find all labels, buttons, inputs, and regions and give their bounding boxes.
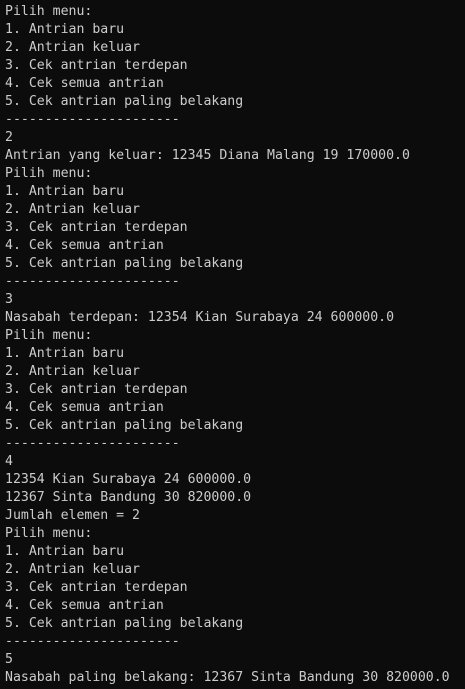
terminal-line: 2. Antrian keluar bbox=[5, 364, 140, 379]
terminal-line: ---------------------- bbox=[5, 112, 180, 127]
terminal-line: Pilih menu: bbox=[5, 4, 93, 19]
terminal-line: 4. Cek semua antrian bbox=[5, 76, 164, 91]
terminal-output[interactable]: Pilih menu: 1. Antrian baru 2. Antrian kel… bbox=[0, 0, 465, 689]
terminal-line: 5. Cek antrian paling belakang bbox=[5, 418, 244, 433]
terminal-line: ---------------------- bbox=[5, 436, 180, 451]
terminal-line: 2 bbox=[5, 130, 13, 145]
terminal-line: 1. Antrian baru bbox=[5, 544, 125, 559]
terminal-line: Pilih menu: bbox=[5, 166, 93, 181]
terminal-line: Antrian yang keluar: 12345 Diana Malang … bbox=[5, 148, 410, 163]
terminal-line: 2. Antrian keluar bbox=[5, 40, 140, 55]
terminal-line: 12354 Kian Surabaya 24 600000.0 bbox=[5, 472, 252, 487]
terminal-line: Nasabah terdepan: 12354 Kian Surabaya 24… bbox=[5, 310, 395, 325]
terminal-line: 2. Antrian keluar bbox=[5, 202, 140, 217]
terminal-line: Pilih menu: bbox=[5, 526, 93, 541]
terminal-line: Jumlah elemen = 2 bbox=[5, 508, 140, 523]
terminal-line: 4. Cek semua antrian bbox=[5, 400, 164, 415]
terminal-line: 3. Cek antrian terdepan bbox=[5, 220, 188, 235]
terminal-line: 5. Cek antrian paling belakang bbox=[5, 94, 244, 109]
terminal-line: 5 bbox=[5, 652, 13, 667]
terminal-line: Nasabah paling belakang: 12367 Sinta Ban… bbox=[5, 670, 450, 685]
terminal-line: ---------------------- bbox=[5, 274, 180, 289]
terminal-line: 1. Antrian baru bbox=[5, 184, 125, 199]
terminal-line: 3. Cek antrian terdepan bbox=[5, 58, 188, 73]
terminal-line: 3 bbox=[5, 292, 13, 307]
terminal-line: Pilih menu: bbox=[5, 328, 93, 343]
terminal-line: 4. Cek semua antrian bbox=[5, 238, 164, 253]
terminal-line: ---------------------- bbox=[5, 634, 180, 649]
terminal-line: 2. Antrian keluar bbox=[5, 562, 140, 577]
terminal-line: 1. Antrian baru bbox=[5, 22, 125, 37]
terminal-line: 1. Antrian baru bbox=[5, 346, 125, 361]
terminal-line: 3. Cek antrian terdepan bbox=[5, 580, 188, 595]
terminal-line: 12367 Sinta Bandung 30 820000.0 bbox=[5, 490, 252, 505]
terminal-line: 4. Cek semua antrian bbox=[5, 598, 164, 613]
terminal-line: 4 bbox=[5, 454, 13, 469]
terminal-line: 3. Cek antrian terdepan bbox=[5, 382, 188, 397]
terminal-line: 5. Cek antrian paling belakang bbox=[5, 256, 244, 271]
terminal-line: 5. Cek antrian paling belakang bbox=[5, 616, 244, 631]
